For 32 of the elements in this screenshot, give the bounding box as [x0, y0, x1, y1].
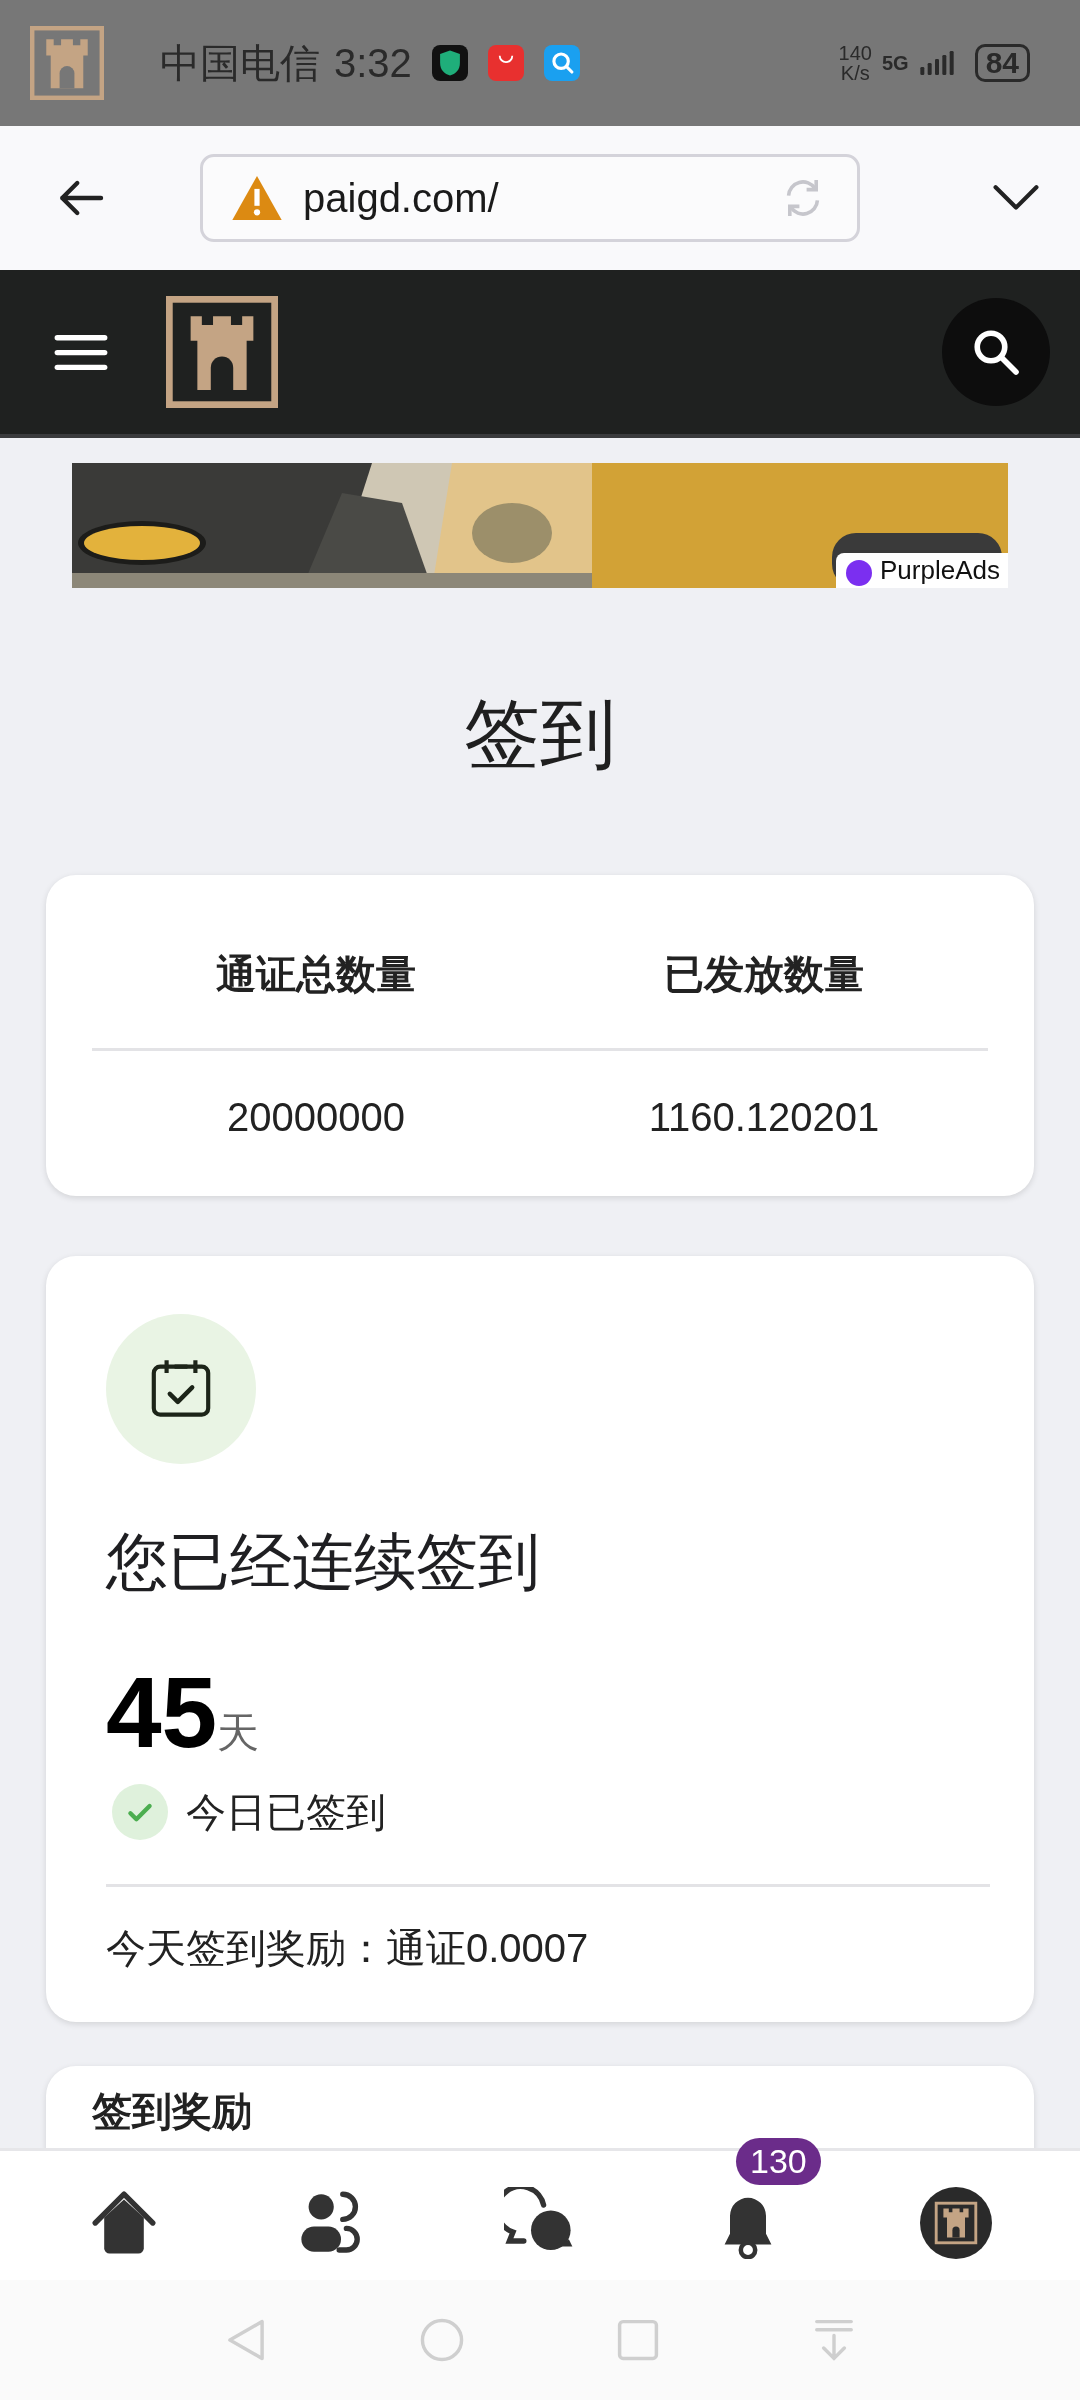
shield-app-icon: [431, 45, 468, 81]
signin-status: 今日已签到: [186, 1788, 386, 1836]
notification-count: 130: [736, 2137, 821, 2185]
warning-icon: [231, 174, 283, 222]
stat-label: 通证总数量: [216, 951, 416, 998]
battery-indicator: 84: [974, 44, 1030, 82]
card-title: 签到奖励: [92, 2088, 253, 2135]
reward-text: 今天签到奖励：通证0.0007: [106, 1884, 990, 1976]
streak-heading: 您已经连续签到: [106, 1526, 540, 1598]
day-unit: 天: [217, 1708, 260, 1758]
search-icon: [971, 327, 1021, 377]
shopping-bag-app-icon: [487, 45, 524, 81]
url-text: paigd.com/: [303, 175, 500, 221]
address-bar[interactable]: paigd.com/: [200, 154, 860, 242]
menu-icon[interactable]: [54, 333, 108, 371]
castle-logo[interactable]: [166, 296, 278, 408]
stat-label: 已发放数量: [664, 951, 864, 998]
day-count: 45: [106, 1662, 218, 1762]
search-app-icon: [543, 45, 580, 81]
castle-icon: [30, 26, 104, 100]
speed-unit: K/s: [840, 63, 870, 83]
castle-avatar-icon: [920, 2186, 992, 2259]
carrier-name: 中国电信: [160, 39, 320, 87]
stat-value: 1160.120201: [648, 1095, 880, 1140]
clock-time: 3:32: [334, 40, 412, 86]
nav-profile-tab[interactable]: [920, 2186, 992, 2259]
network-speed: 140: [838, 43, 872, 63]
page-title: 签到: [464, 690, 616, 778]
network-type: 5G: [881, 51, 909, 75]
sponsor-label[interactable]: PurpleAds: [836, 553, 1008, 588]
stat-value: 20000000: [227, 1095, 405, 1140]
chevron-down-icon[interactable]: [992, 183, 1040, 213]
